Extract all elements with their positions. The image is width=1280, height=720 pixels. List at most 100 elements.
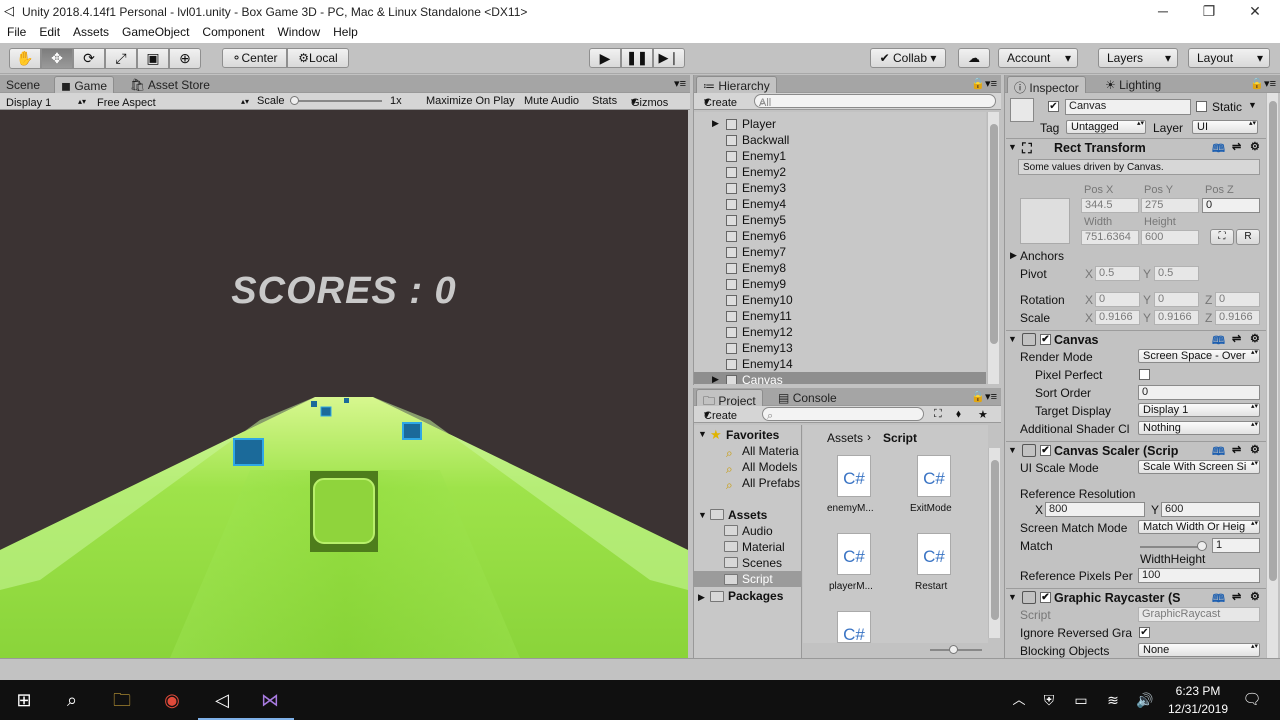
hierarchy-item[interactable]: Enemy9 bbox=[694, 276, 986, 292]
hierarchy-scroll-thumb[interactable] bbox=[990, 124, 998, 344]
gizmos-dropdown[interactable]: Gizmos ▾ bbox=[631, 95, 668, 109]
static-checkbox[interactable] bbox=[1196, 101, 1207, 112]
scale-x-field[interactable]: 0.9166 bbox=[1095, 310, 1140, 325]
preset-icon[interactable]: ⇌ bbox=[1232, 443, 1241, 456]
minimize-icon[interactable]: ─ bbox=[1140, 0, 1186, 23]
security-shield-icon[interactable]: ⛨ bbox=[1034, 680, 1064, 720]
filter-label-icon[interactable]: ⬧ bbox=[956, 408, 961, 421]
rot-z-field[interactable]: 0 bbox=[1215, 292, 1260, 307]
render-mode-dropdown[interactable]: Screen Space - Over bbox=[1138, 349, 1260, 363]
hierarchy-item[interactable]: Enemy3 bbox=[694, 180, 986, 196]
clock-date[interactable]: 12/31/2019 bbox=[1160, 702, 1236, 716]
pause-icon[interactable]: ❚❚ bbox=[621, 48, 653, 68]
ref-resolution-x-field[interactable]: 800 bbox=[1045, 502, 1145, 517]
pixel-perfect-checkbox[interactable] bbox=[1139, 369, 1150, 380]
menu-file[interactable]: File bbox=[0, 23, 32, 39]
expand-arrow-icon[interactable]: ▶ bbox=[712, 374, 719, 384]
breadcrumb-script[interactable]: Script bbox=[883, 431, 917, 445]
game-viewport[interactable]: SCORES : 0 bbox=[0, 110, 688, 658]
step-icon[interactable]: ▶❘ bbox=[653, 48, 685, 68]
scale-slider-handle[interactable] bbox=[290, 96, 299, 105]
canvas-header[interactable]: ▼ ✔ Canvas 🕮 ⇌ ⚙ bbox=[1006, 330, 1266, 348]
sort-order-field[interactable]: 0 bbox=[1138, 385, 1260, 400]
volume-icon[interactable]: 🔊 bbox=[1130, 680, 1160, 720]
pos-y-field[interactable]: 275 bbox=[1141, 198, 1199, 213]
project-search-input[interactable]: ⌕ bbox=[762, 407, 924, 422]
tab-lighting[interactable]: ☀ Lighting bbox=[1099, 76, 1167, 93]
tray-chevron-icon[interactable]: ︿ bbox=[1004, 680, 1034, 720]
hand-tool-icon[interactable]: ✋ bbox=[9, 48, 41, 69]
hierarchy-item[interactable]: Enemy6 bbox=[694, 228, 986, 244]
windows-start-icon[interactable]: ⊞ bbox=[0, 680, 48, 720]
project-scroll-thumb[interactable] bbox=[991, 460, 999, 620]
canvas-scaler-header[interactable]: ▼ ✔ Canvas Scaler (Scrip 🕮 ⇌ ⚙ bbox=[1006, 441, 1266, 459]
tab-console[interactable]: ▤ Console bbox=[772, 389, 843, 406]
rot-y-field[interactable]: 0 bbox=[1154, 292, 1199, 307]
icon-size-handle[interactable] bbox=[949, 645, 958, 654]
lock-icon[interactable]: 🔒▾≡ bbox=[971, 77, 997, 90]
assets-expand-icon[interactable]: ▼ bbox=[698, 510, 707, 520]
play-icon[interactable]: ▶ bbox=[589, 48, 621, 68]
tag-dropdown[interactable]: Untagged bbox=[1066, 120, 1146, 134]
menu-gameobject[interactable]: GameObject bbox=[115, 23, 195, 39]
project-lock-icon[interactable]: 🔒▾≡ bbox=[971, 390, 997, 403]
favorite-item[interactable]: All Prefabs bbox=[742, 476, 800, 490]
raw-edit-button[interactable]: R bbox=[1236, 229, 1260, 245]
graphic-raycaster-header[interactable]: ▼ ✔ Graphic Raycaster (S 🕮 ⇌ ⚙ bbox=[1006, 588, 1266, 606]
csharp-file-icon[interactable]: C# bbox=[917, 455, 951, 497]
hierarchy-item[interactable]: Enemy1 bbox=[694, 148, 986, 164]
packages-expand-icon[interactable]: ▶ bbox=[698, 592, 705, 603]
canvas-scaler-enabled-checkbox[interactable]: ✔ bbox=[1040, 445, 1051, 456]
hierarchy-item[interactable]: Enemy11 bbox=[694, 308, 986, 324]
search-icon[interactable]: ⌕ bbox=[48, 680, 96, 720]
hierarchy-scrollbar[interactable] bbox=[987, 112, 999, 384]
match-slider-handle[interactable] bbox=[1197, 541, 1207, 551]
pos-z-field[interactable]: 0 bbox=[1202, 198, 1260, 213]
mute-audio-toggle[interactable]: Mute Audio bbox=[524, 95, 579, 107]
settings-gear-icon[interactable]: ⚙ bbox=[1250, 443, 1260, 456]
height-field[interactable]: 600 bbox=[1141, 230, 1199, 245]
breadcrumb-assets[interactable]: Assets bbox=[827, 431, 863, 445]
favorite-item[interactable]: All Materia bbox=[742, 444, 799, 458]
chrome-icon[interactable]: ◉ bbox=[148, 680, 196, 720]
hierarchy-item[interactable]: Enemy4 bbox=[694, 196, 986, 212]
hierarchy-item[interactable]: Enemy13 bbox=[694, 340, 986, 356]
object-name-field[interactable]: Canvas bbox=[1065, 99, 1191, 115]
scale-slider[interactable] bbox=[290, 100, 382, 102]
favorites-expand-icon[interactable]: ▼ bbox=[698, 429, 707, 439]
match-value-field[interactable]: 1 bbox=[1212, 538, 1260, 553]
layer-dropdown[interactable]: UI bbox=[1192, 120, 1258, 134]
static-dropdown-icon[interactable]: ▼ bbox=[1248, 100, 1257, 110]
visual-studio-icon[interactable]: ⋈ bbox=[246, 680, 294, 720]
rect-transform-header[interactable]: ▼ ⛶ Rect Transform 🕮 ⇌ ⚙ bbox=[1006, 138, 1266, 156]
screen-match-mode-dropdown[interactable]: Match Width Or Heig bbox=[1138, 520, 1260, 534]
unity-app-icon[interactable]: ◁ bbox=[198, 680, 246, 720]
favorite-item[interactable]: All Models bbox=[742, 460, 797, 474]
settings-gear-icon[interactable]: ⚙ bbox=[1250, 590, 1260, 603]
hierarchy-item[interactable]: Enemy10 bbox=[694, 292, 986, 308]
active-checkbox[interactable]: ✔ bbox=[1048, 101, 1059, 112]
inspector-lock-icon[interactable]: 🔒▾≡ bbox=[1250, 77, 1276, 90]
blueprint-mode-icon[interactable]: ⛶ bbox=[1210, 229, 1234, 245]
rotate-tool-icon[interactable]: ⟳ bbox=[73, 48, 105, 69]
help-icon[interactable]: 🕮 bbox=[1212, 140, 1225, 159]
menu-window[interactable]: Window bbox=[270, 23, 326, 39]
packages-label[interactable]: Packages bbox=[728, 589, 783, 603]
hierarchy-item[interactable]: Backwall bbox=[694, 132, 986, 148]
ignore-reversed-checkbox[interactable]: ✔ bbox=[1139, 627, 1150, 638]
collapse-icon[interactable]: ▼ bbox=[1008, 142, 1017, 152]
rect-tool-icon[interactable]: ▣ bbox=[137, 48, 169, 69]
hierarchy-search-input[interactable]: ⌕ All bbox=[754, 94, 996, 109]
battery-icon[interactable]: ▭ bbox=[1066, 680, 1096, 720]
settings-gear-icon[interactable]: ⚙ bbox=[1250, 332, 1260, 345]
layout-dropdown[interactable]: Layout ▾ bbox=[1188, 48, 1270, 68]
tab-hierarchy[interactable]: ≔ Hierarchy bbox=[696, 76, 777, 93]
collapse-icon[interactable]: ▼ bbox=[1008, 445, 1017, 455]
csharp-file-icon[interactable]: C# bbox=[837, 533, 871, 575]
file-name[interactable]: Restart bbox=[915, 581, 947, 592]
move-tool-icon[interactable]: ✥ bbox=[41, 48, 73, 69]
favorite-star-icon[interactable]: ★ bbox=[978, 408, 988, 421]
wifi-icon[interactable]: ≋ bbox=[1098, 680, 1128, 720]
collab-button[interactable]: ✔ Collab ▾ bbox=[870, 48, 946, 68]
expand-arrow-icon[interactable]: ▶ bbox=[712, 118, 719, 129]
